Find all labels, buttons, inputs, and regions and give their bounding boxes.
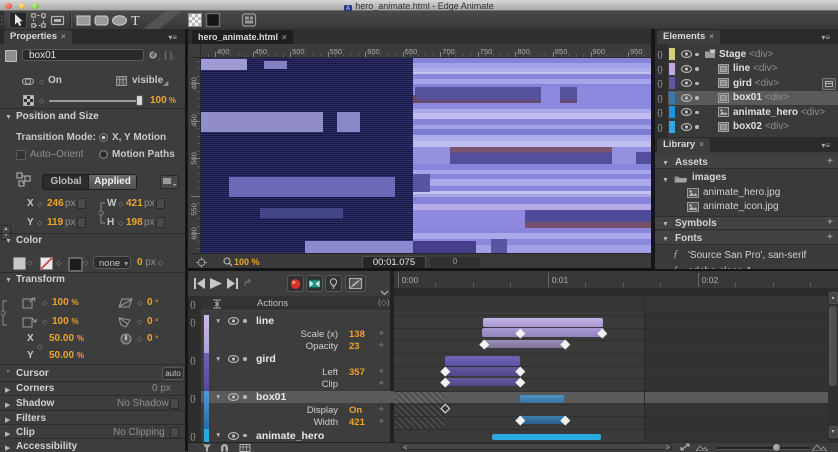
svg-text:T: T [131,14,140,29]
svg-text:,: , [158,55,160,61]
